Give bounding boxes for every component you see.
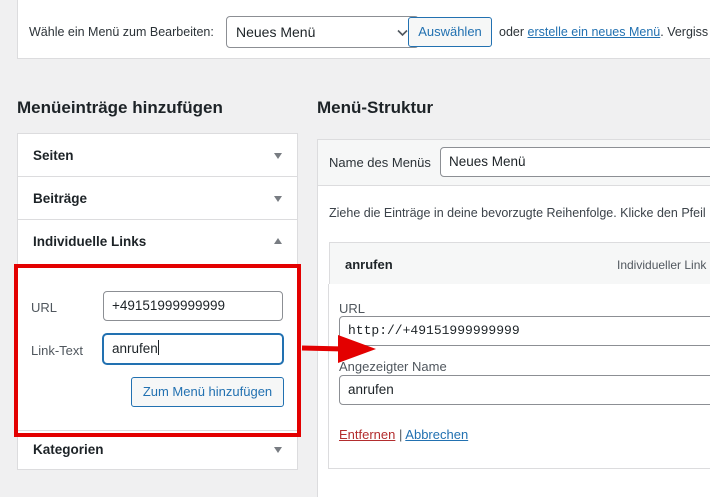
menu-item-nav-input[interactable]: anrufen xyxy=(339,375,710,405)
menu-item-title: anrufen xyxy=(345,257,393,272)
menu-item-url-label: URL xyxy=(339,301,366,316)
remove-item-link[interactable]: Entfernen xyxy=(339,427,395,442)
menu-item-type: Individueller Link xyxy=(617,258,707,272)
create-menu-text: oder erstelle ein neues Menü. Vergiss xyxy=(499,25,709,39)
accordion-section-label: Individuelle Links xyxy=(33,234,147,249)
menu-item-url-input[interactable]: http://+49151999999999 xyxy=(339,316,710,346)
accordion-section-label: Seiten xyxy=(33,148,74,163)
menu-name-input[interactable]: Neues Menü xyxy=(440,147,710,177)
menu-name-bar: Name des Menüs Neues Menü xyxy=(318,140,710,186)
menu-item-header[interactable]: anrufen Individueller Link xyxy=(330,243,710,285)
arrow-down-icon xyxy=(274,447,282,453)
drag-instructions: Ziehe die Einträge in deine bevorzugte R… xyxy=(329,206,706,220)
arrow-down-icon xyxy=(274,196,282,202)
highlight-box xyxy=(14,264,301,437)
arrow-down-icon xyxy=(274,153,282,159)
accordion-section-custom-links[interactable]: Individuelle Links xyxy=(18,220,297,263)
arrow-up-icon xyxy=(274,238,282,244)
menu-select-bar: Wähle ein Menü zum Bearbeiten: Neues Men… xyxy=(17,0,710,59)
accordion-section-label: Beiträge xyxy=(33,191,88,206)
select-menu-button[interactable]: Auswählen xyxy=(408,17,492,47)
menu-select-label: Wähle ein Menü zum Bearbeiten: xyxy=(29,25,214,39)
selected-menu-value: Neues Menü xyxy=(236,24,316,40)
red-arrow-icon xyxy=(301,335,376,363)
accordion-section-posts[interactable]: Beiträge xyxy=(18,177,297,220)
menu-select-dropdown[interactable]: Neues Menü xyxy=(226,16,419,48)
action-separator: | xyxy=(399,427,403,442)
cancel-link[interactable]: Abbrechen xyxy=(405,427,468,442)
menu-structure-heading: Menü-Struktur xyxy=(317,98,434,117)
accordion-section-label: Kategorien xyxy=(33,442,104,457)
add-menu-items-heading: Menüeinträge hinzufügen xyxy=(17,98,223,117)
accordion-section-pages[interactable]: Seiten xyxy=(18,134,297,177)
create-new-menu-link[interactable]: erstelle ein neues Menü xyxy=(528,25,661,39)
menu-item-actions: Entfernen | Abbrechen xyxy=(339,427,468,442)
menu-name-label: Name des Menüs xyxy=(329,155,431,170)
